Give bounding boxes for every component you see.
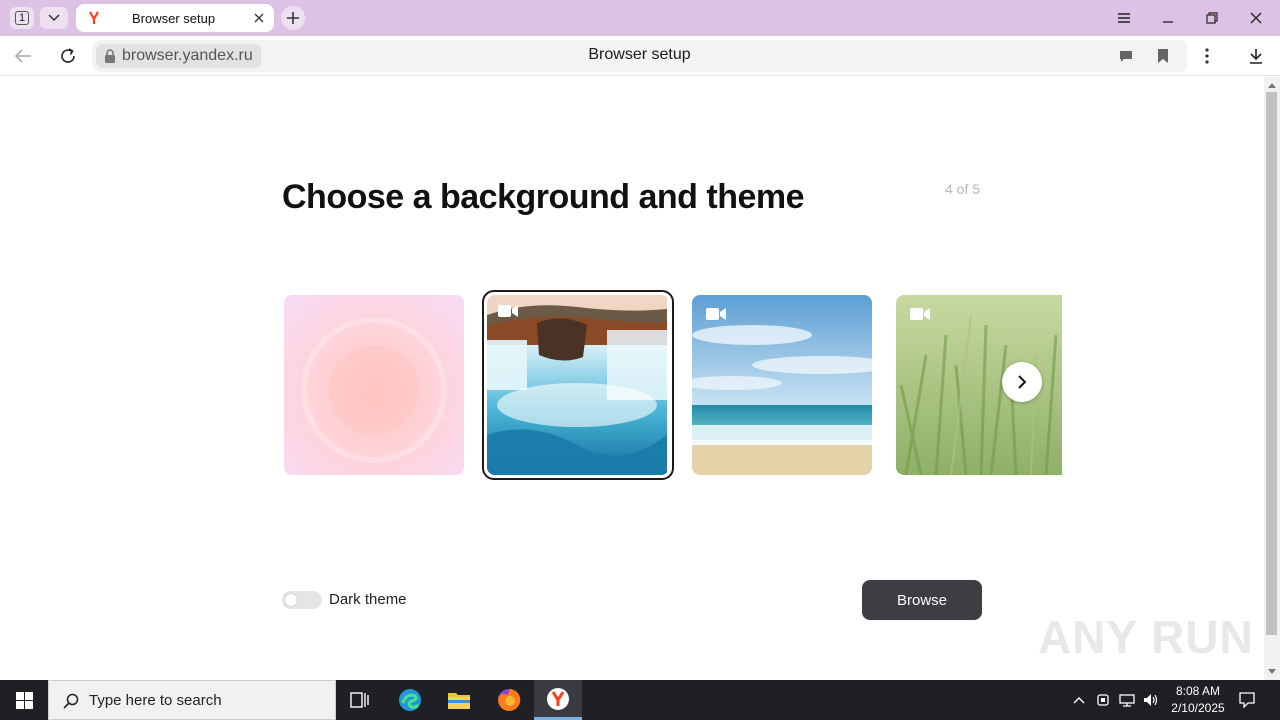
browser-toolbar: browser.yandex.ru Browser setup [0,36,1280,76]
tray-device-button[interactable] [1095,692,1111,708]
device-icon [1097,694,1109,706]
tab-close-icon[interactable] [252,11,266,25]
start-button[interactable] [0,680,48,720]
firefox-icon [498,688,521,711]
background-card-gradient[interactable] [284,295,464,475]
background-card-beach[interactable] [692,295,872,475]
chevron-up-icon [1073,697,1085,704]
scroll-up-button[interactable] [1264,78,1280,92]
clock-date: 2/10/2025 [1171,701,1225,715]
address-bar[interactable]: browser.yandex.ru Browser setup [92,40,1187,72]
beach-background-image [692,295,872,475]
windows-taskbar: Type here to search 8:08 AM 2/10/2025 [0,680,1280,720]
taskbar-file-explorer[interactable] [435,680,483,720]
browser-menu-button[interactable] [1114,8,1134,28]
chat-icon[interactable] [1118,48,1134,64]
download-icon [1250,49,1262,64]
task-view-button[interactable] [336,680,384,720]
chevron-down-icon [48,14,60,22]
plus-icon [287,12,299,24]
new-tab-button[interactable] [281,6,305,30]
background-card-waterfall[interactable] [482,290,674,480]
search-icon [63,693,79,709]
dark-theme-label: Dark theme [329,591,407,608]
tab-list-button[interactable] [40,7,68,29]
windows-logo-icon [15,691,33,709]
caret-up-icon [1268,82,1276,88]
hamburger-icon [1118,13,1130,23]
tab-count: 1 [15,11,29,25]
page-heading: Choose a background and theme [282,178,805,216]
task-view-icon [350,692,369,708]
more-options-button[interactable] [1196,45,1218,67]
edge-icon [399,689,421,711]
folder-icon [448,693,470,709]
close-window-button[interactable] [1246,8,1266,28]
background-carousel [280,290,1062,480]
close-icon [1250,12,1262,24]
tab-browser-setup[interactable]: Browser setup [76,4,274,32]
reload-icon [61,48,75,63]
volume-icon [1144,694,1158,706]
search-placeholder: Type here to search [89,692,222,709]
notification-icon [1239,692,1255,708]
taskbar-firefox[interactable] [485,680,533,720]
browse-button[interactable]: Browse [862,580,982,620]
step-indicator: 4 of 5 [945,181,981,197]
notifications-button[interactable] [1239,692,1255,708]
video-camera-icon [498,305,518,317]
kebab-menu-icon [1205,48,1209,64]
taskbar-edge[interactable] [386,680,434,720]
caret-down-icon [1268,668,1276,674]
tray-volume-button[interactable] [1143,692,1159,708]
show-hidden-icons-button[interactable] [1071,692,1087,708]
tab-title: Browser setup [132,11,216,26]
taskbar-yandex-browser[interactable] [534,680,582,720]
gradient-background-image [284,295,464,475]
restore-icon [1206,12,1218,24]
taskbar-search-box[interactable]: Type here to search [48,680,336,720]
bookmark-icon[interactable] [1155,48,1171,64]
waterfall-background-image [487,295,667,475]
network-icon [1119,694,1135,707]
dark-theme-toggle[interactable] [282,591,322,609]
taskbar-clock[interactable]: 8:08 AM 2/10/2025 [1160,683,1236,717]
yandex-favicon-icon [89,11,99,24]
minimize-button[interactable] [1158,8,1178,28]
minimize-icon [1163,21,1173,23]
reload-button[interactable] [57,45,79,67]
scroll-down-button[interactable] [1264,664,1280,678]
clock-time: 8:08 AM [1175,684,1221,698]
page-scrollbar-thumb[interactable] [1266,92,1277,635]
chevron-right-icon [1018,375,1027,389]
back-button[interactable] [12,45,34,67]
tray-network-button[interactable] [1119,692,1135,708]
video-camera-icon [910,308,930,320]
tab-counter-button[interactable]: 1 [10,7,34,29]
downloads-button[interactable] [1245,45,1267,67]
browser-titlebar: 1 Browser setup [0,0,1280,36]
carousel-next-button[interactable] [1002,362,1042,402]
video-camera-icon [706,308,726,320]
arrow-left-icon [14,49,31,63]
anyrun-watermark-logo: ANY RUN [1038,611,1254,663]
toggle-knob [285,594,297,606]
yandex-browser-icon [547,687,569,710]
page-title-display: Browser setup [588,46,691,63]
restore-button[interactable] [1202,8,1222,28]
